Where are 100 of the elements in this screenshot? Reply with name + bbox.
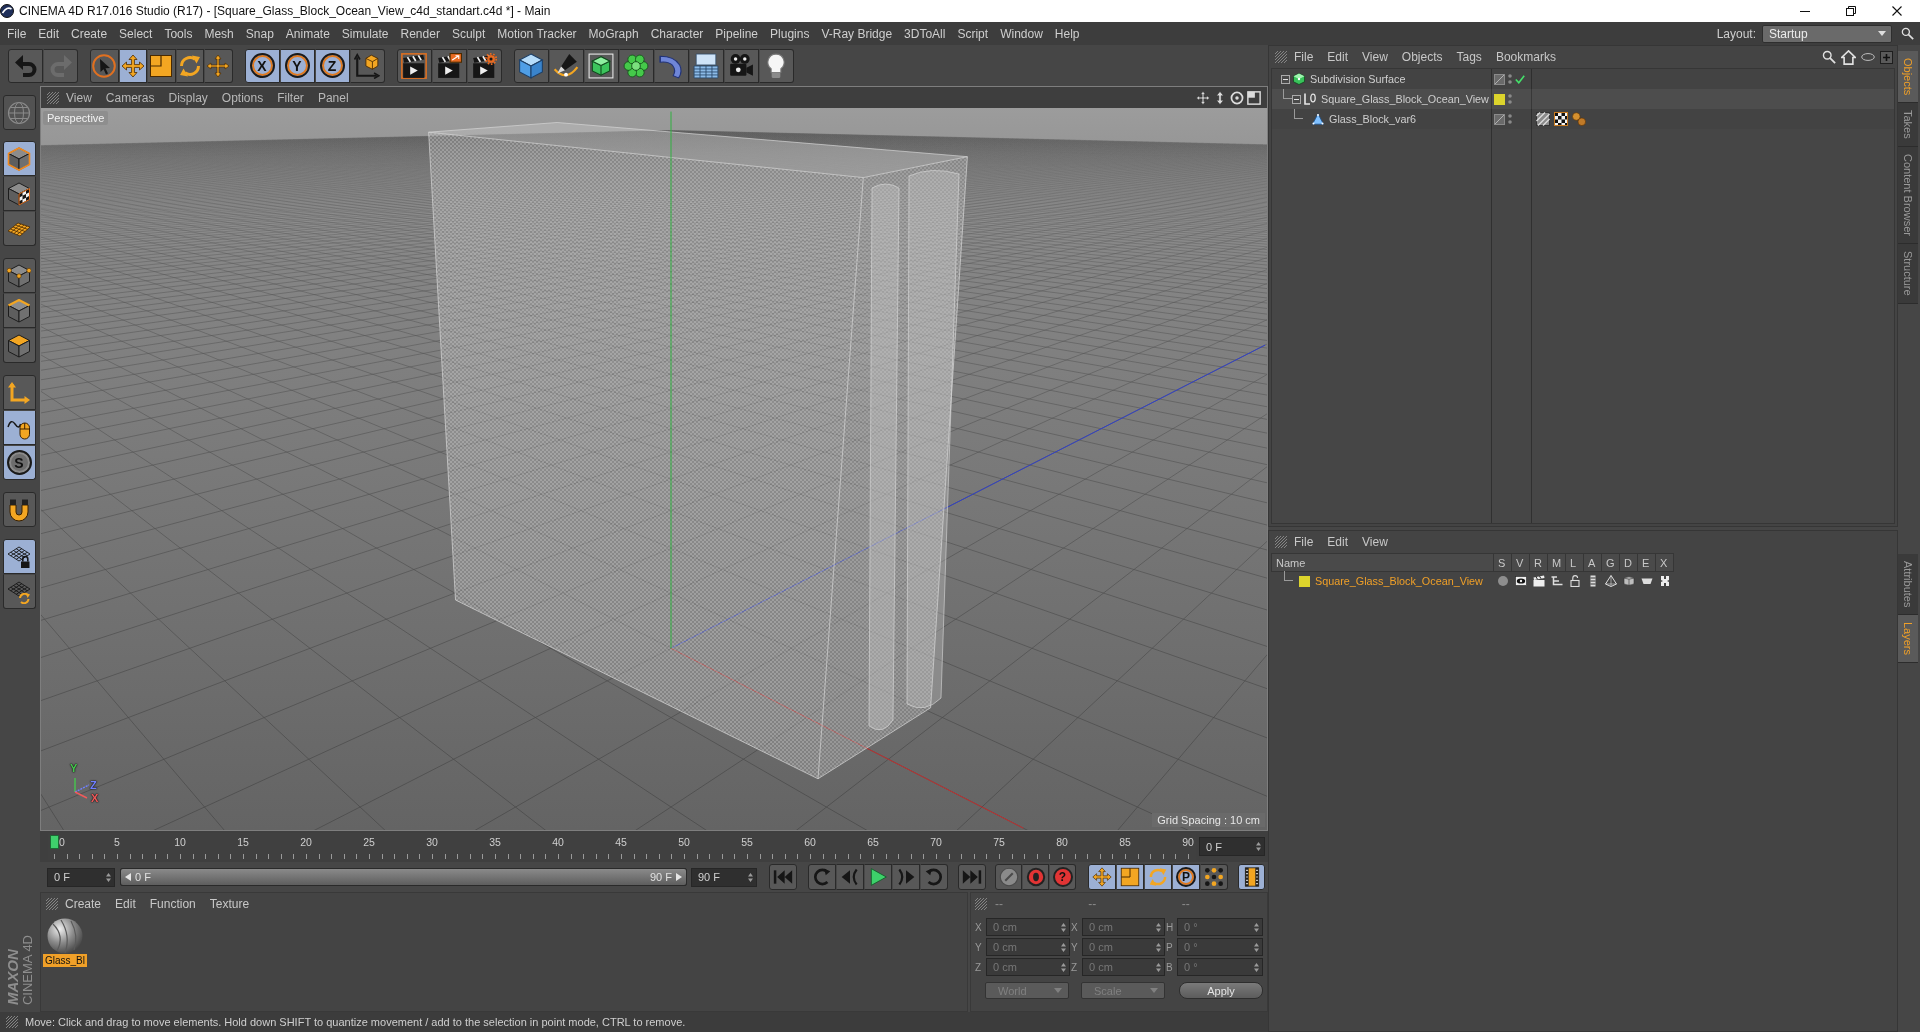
search-icon[interactable] — [1901, 27, 1914, 40]
menu-item[interactable]: File — [1287, 46, 1321, 68]
search-icon[interactable] — [1822, 50, 1836, 64]
viewport-menu-item[interactable]: View — [59, 87, 99, 108]
menu-item[interactable]: V-Ray Bridge — [815, 22, 899, 45]
play-button[interactable] — [864, 864, 892, 890]
home-icon[interactable] — [1841, 49, 1856, 65]
column-header[interactable]: M — [1548, 553, 1566, 572]
object-name[interactable]: Square_Glass_Block_Ocean_View — [1321, 93, 1489, 105]
visibility-dots-icon[interactable] — [1508, 113, 1512, 125]
clapperboard-icon[interactable] — [1533, 575, 1545, 587]
timeline-track[interactable]: 0 5 10 15 20 25 30 35 40 45 50 55 60 65 70 75 80 85 90 — [48, 833, 1196, 860]
start-frame-field[interactable]: 0 F — [47, 867, 115, 887]
snap-button[interactable] — [2, 492, 36, 527]
orbit-icon[interactable] — [1230, 90, 1244, 105]
axis-lock-button[interactable]: X — [244, 48, 280, 83]
cube-button[interactable] — [513, 48, 549, 83]
light-button[interactable] — [758, 48, 794, 83]
object-row[interactable]: Square_Glass_Block_Ocean_View — [1272, 89, 1894, 109]
side-tab[interactable]: Layers — [1898, 615, 1918, 664]
rotate-tool-button[interactable] — [175, 48, 204, 83]
undo-button[interactable] — [8, 48, 43, 83]
subdivision-button[interactable] — [583, 48, 619, 83]
end-frame-field[interactable]: 90 F — [691, 867, 757, 887]
menu-item[interactable]: Bookmarks — [1488, 46, 1563, 68]
transform-tool-button[interactable] — [204, 48, 233, 83]
record-button[interactable] — [1022, 864, 1049, 890]
menu-item[interactable]: File — [1287, 531, 1321, 553]
side-tab[interactable]: Objects — [1898, 51, 1918, 104]
padlock-icon[interactable] — [1569, 575, 1581, 587]
side-tab[interactable]: Content Browser — [1898, 147, 1918, 244]
menu-item[interactable]: Tags — [1449, 46, 1489, 68]
menu-item[interactable]: Edit — [108, 893, 143, 914]
move-view-icon[interactable] — [1196, 90, 1210, 105]
layout-dropdown[interactable]: Startup — [1762, 24, 1892, 43]
object-name[interactable]: Subdivision Surface — [1310, 73, 1406, 85]
side-tab[interactable]: Structure — [1898, 244, 1918, 304]
texture-mode-button[interactable] — [2, 176, 36, 211]
column-header[interactable]: G — [1602, 553, 1620, 572]
render-view-button[interactable] — [396, 48, 432, 83]
pen-button[interactable] — [548, 48, 584, 83]
column-header[interactable]: S — [1494, 553, 1512, 572]
current-frame-field[interactable]: 0 F — [1199, 837, 1265, 856]
planar-workplane-button[interactable] — [2, 574, 36, 609]
viewport-menu-item[interactable]: Options — [214, 87, 271, 108]
oval-icon[interactable] — [1861, 53, 1875, 61]
menu-item[interactable]: Simulate — [335, 22, 395, 45]
viewport-menu-item[interactable]: Cameras — [98, 87, 162, 108]
column-header[interactable]: A — [1584, 553, 1602, 572]
rotate-key-button[interactable] — [1144, 864, 1172, 890]
menu-item[interactable]: Mesh — [198, 22, 240, 45]
select-tool-button[interactable] — [90, 48, 119, 83]
column-header[interactable]: L — [1566, 553, 1584, 572]
menu-item[interactable]: Objects — [1394, 46, 1450, 68]
plus-box-icon[interactable] — [1880, 50, 1893, 64]
column-header[interactable]: E — [1638, 553, 1656, 572]
menu-item[interactable]: Edit — [32, 22, 66, 45]
menu-item[interactable]: Select — [113, 22, 159, 45]
menu-item[interactable]: Animate — [279, 22, 336, 45]
lock-workplane-button[interactable] — [2, 539, 36, 574]
solo-dot-icon[interactable] — [1497, 575, 1509, 587]
playhead[interactable] — [49, 835, 59, 849]
menu-item[interactable]: Pipeline — [709, 22, 765, 45]
xref-icon[interactable] — [1659, 575, 1671, 587]
menu-item[interactable]: Script — [951, 22, 995, 45]
timeline-button[interactable] — [1238, 864, 1265, 890]
axis-lock-button[interactable]: Z — [314, 48, 350, 83]
layer-name[interactable]: Square_Glass_Block_Ocean_View — [1315, 575, 1483, 587]
scale-tool-button[interactable] — [147, 48, 176, 83]
menu-item[interactable]: Character — [644, 22, 710, 45]
camera-button[interactable] — [723, 48, 759, 83]
column-header[interactable]: V — [1512, 553, 1530, 572]
parameter-key-button[interactable]: P — [1172, 864, 1200, 890]
column-header[interactable]: X — [1656, 553, 1674, 572]
column-header[interactable]: R — [1530, 553, 1548, 572]
go-to-end-button[interactable] — [958, 864, 986, 890]
axis-mode-button[interactable] — [2, 375, 36, 410]
point-level-button[interactable] — [1200, 864, 1228, 890]
menu-item[interactable]: Tools — [158, 22, 199, 45]
checker-tag-icon[interactable] — [1554, 112, 1568, 126]
visibility-dots-icon[interactable] — [1508, 93, 1512, 105]
menu-item[interactable]: View — [1355, 46, 1395, 68]
material-name[interactable]: Glass_Bl — [43, 954, 87, 967]
menu-item[interactable]: Edit — [1320, 46, 1356, 68]
deformer-button[interactable] — [653, 48, 689, 83]
menu-item[interactable]: Create — [58, 893, 109, 914]
menu-item[interactable]: Plugins — [764, 22, 816, 45]
visibility-dots-icon[interactable] — [1508, 73, 1512, 85]
viewport-menu-item[interactable]: Panel — [310, 87, 356, 108]
autokey-button[interactable]: ? — [1049, 864, 1076, 890]
maximize-icon[interactable] — [1247, 90, 1261, 105]
collapse-box-icon[interactable] — [1281, 74, 1290, 84]
hierarchy-icon[interactable] — [1551, 575, 1563, 587]
range-slider[interactable]: 0 F 90 F — [120, 868, 687, 886]
menu-item[interactable]: File — [1, 22, 33, 45]
viewport-menu-item[interactable]: Display — [161, 87, 215, 108]
side-tab[interactable]: Takes — [1898, 103, 1918, 148]
spheres-tag-icon[interactable] — [1572, 112, 1586, 126]
previous-key-button[interactable] — [808, 864, 836, 890]
move-tool-button[interactable] — [118, 48, 147, 83]
